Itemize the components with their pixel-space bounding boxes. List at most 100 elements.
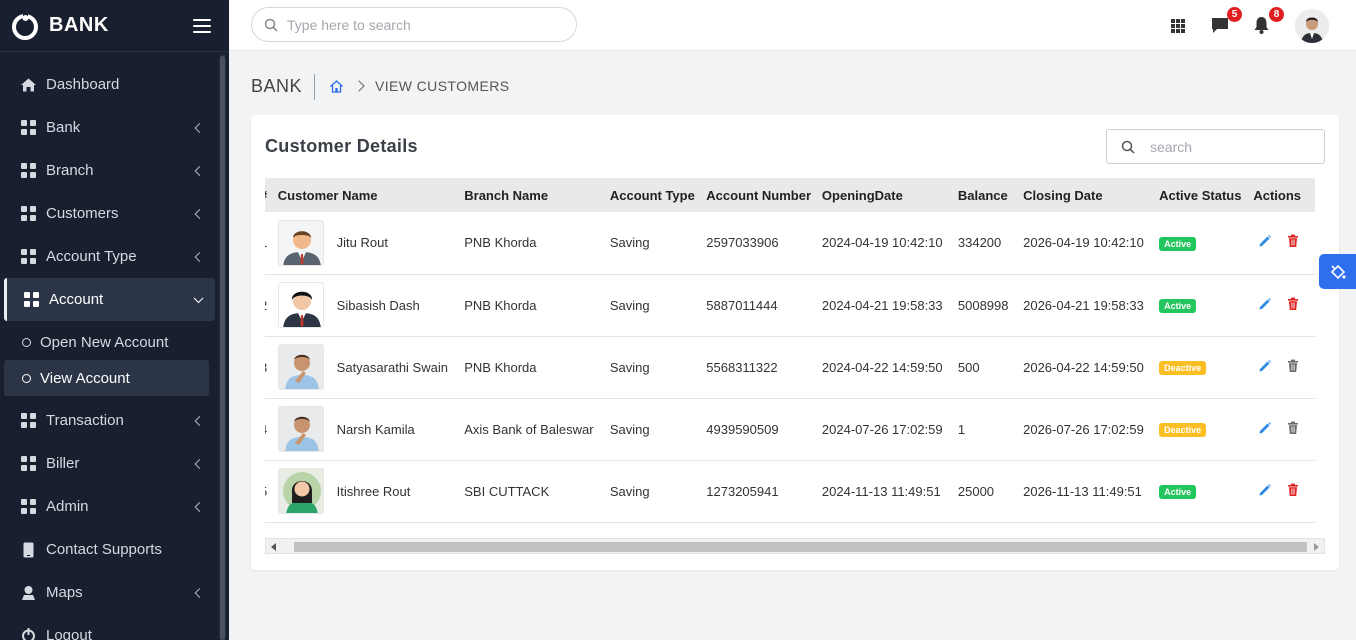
cell-opening-date: 2024-04-21 19:58:33 <box>821 297 943 313</box>
cell-closing-date: 2026-11-13 11:49:51 <box>1023 483 1142 499</box>
submenu-item-label: View Account <box>40 369 130 387</box>
global-search-input[interactable] <box>287 16 567 33</box>
sidebar-item-maps[interactable]: Maps <box>0 571 219 614</box>
sidebar-item-account-type[interactable]: Account Type <box>0 235 219 278</box>
edit-icon[interactable] <box>1258 297 1272 311</box>
brand-header: BANK <box>0 0 229 52</box>
sidebar-item-label: Admin <box>46 498 89 515</box>
cell-closing-date: 2026-04-19 10:42:10 <box>1023 235 1144 251</box>
chevron-left-icon <box>194 501 205 512</box>
sidebar-item-branch[interactable]: Branch <box>0 149 219 192</box>
table-row[interactable]: 5 Itishree Rout SBI CUTTACK Saving 127320594… <box>265 460 1315 522</box>
customer-details-card: Customer Details # Customer Name Branch … <box>251 115 1339 570</box>
topbar: 5 8 <box>229 0 1356 51</box>
cell-opening-date: 2024-04-19 10:42:10 <box>821 235 943 251</box>
column-header-closing-date[interactable]: Closing Date <box>1018 178 1154 212</box>
cell-branch-name: PNB Khorda <box>464 297 537 313</box>
cell-account-type: Saving <box>609 421 650 437</box>
delete-icon[interactable] <box>1286 297 1300 311</box>
column-header-actions[interactable]: Actions <box>1248 178 1315 212</box>
grid-icon <box>21 499 36 514</box>
customer-photo <box>277 468 324 514</box>
column-header-customer-name[interactable]: Customer Name <box>273 178 459 212</box>
delete-icon[interactable] <box>1286 483 1300 497</box>
sidebar-item-account[interactable]: Account <box>4 278 215 321</box>
cell-account-type: Saving <box>609 359 650 375</box>
cell-balance: 334200 <box>957 235 1002 251</box>
breadcrumb-divider <box>314 74 315 100</box>
column-header-opening-date[interactable]: OpeningDate <box>817 178 953 212</box>
edit-icon[interactable] <box>1258 234 1272 248</box>
menu-toggle-icon[interactable] <box>193 18 211 33</box>
messages-button[interactable]: 5 <box>1211 6 1242 36</box>
page-title: BANK <box>251 76 303 96</box>
apps-grid-icon[interactable] <box>1171 18 1185 33</box>
notifications-button[interactable]: 8 <box>1253 6 1284 36</box>
grid-icon <box>21 163 36 178</box>
sidebar-item-customers[interactable]: Customers <box>0 192 219 235</box>
cell-opening-date: 2024-11-13 11:49:51 <box>821 483 941 499</box>
scrollbar-thumb[interactable] <box>294 542 1307 552</box>
edit-icon[interactable] <box>1258 483 1272 497</box>
sidebar-item-label: Maps <box>46 584 83 601</box>
cell-customer-name: Sibasish Dash <box>336 297 420 313</box>
column-header-balance[interactable]: Balance <box>953 178 1018 212</box>
table-row[interactable]: 1 Jitu Rout PNB Khorda Saving 2597033906 2024… <box>265 212 1315 274</box>
topbar-actions: 5 8 <box>1171 0 1356 51</box>
sidebar-item-label: Customers <box>46 205 119 222</box>
status-badge: Active <box>1159 299 1197 313</box>
paint-bucket-icon <box>1330 264 1346 279</box>
submenu-item-open-new-account[interactable]: Open New Account <box>0 324 219 360</box>
table-search-input[interactable] <box>1150 138 1310 155</box>
chevron-left-icon <box>194 251 205 262</box>
column-header-account-number[interactable]: Account Number <box>701 178 817 212</box>
column-header-account-type[interactable]: Account Type <box>605 178 701 212</box>
delete-icon[interactable] <box>1286 359 1300 373</box>
sidebar-item-admin[interactable]: Admin <box>0 485 219 528</box>
table-row[interactable]: 2 Sibasish Dash PNB Khorda Saving 5887011444… <box>265 274 1315 336</box>
table-horizontal-scrollbar[interactable] <box>265 538 1325 554</box>
scroll-right-icon[interactable] <box>1314 543 1319 551</box>
edit-icon[interactable] <box>1258 359 1272 373</box>
cell-branch-name: PNB Khorda <box>464 359 537 375</box>
customer-photo <box>277 344 324 390</box>
floating-action-button[interactable] <box>1319 254 1356 289</box>
grid-icon <box>21 120 36 135</box>
cell-customer-name: Narsh Kamila <box>336 421 415 437</box>
sidebar-item-transaction[interactable]: Transaction <box>0 399 219 442</box>
grid-icon <box>24 292 39 307</box>
submenu-item-view-account[interactable]: View Account <box>4 360 209 396</box>
sidebar-item-biller[interactable]: Biller <box>0 442 219 485</box>
column-header-branch-name[interactable]: Branch Name <box>459 178 605 212</box>
cell-number: 2 <box>265 274 273 336</box>
sidebar-item-label: Account <box>49 291 104 308</box>
sidebar-item-label: Logout <box>46 627 92 640</box>
cell-balance: 500 <box>957 359 980 375</box>
user-avatar[interactable] <box>1295 8 1329 43</box>
home-icon[interactable] <box>330 79 343 93</box>
delete-icon[interactable] <box>1286 234 1300 248</box>
table-row[interactable]: 4 Narsh Kamila Axis Bank of Baleswar Saving… <box>265 398 1315 460</box>
chevron-left-icon <box>194 458 205 469</box>
cell-branch-name: SBI CUTTACK <box>464 483 550 499</box>
table-row[interactable]: 3 Satyasarathi Swain PNB Khorda Saving 55683… <box>265 336 1315 398</box>
phone-icon <box>21 542 36 557</box>
search-icon <box>264 18 278 32</box>
table-search[interactable] <box>1106 129 1325 164</box>
delete-icon[interactable] <box>1286 421 1300 435</box>
sidebar-item-label: Account Type <box>46 248 137 265</box>
sidebar-item-contact-supports[interactable]: Contact Supports <box>0 528 219 571</box>
sidebar-item-logout[interactable]: Logout <box>0 614 219 640</box>
column-header-number[interactable]: # <box>265 178 273 212</box>
edit-icon[interactable] <box>1258 421 1272 435</box>
sidebar-scrollbar-thumb[interactable] <box>220 56 225 640</box>
global-search[interactable] <box>251 7 577 42</box>
scroll-left-icon[interactable] <box>271 543 276 551</box>
chevron-left-icon <box>194 122 205 133</box>
bank-logo-icon[interactable] <box>10 11 40 41</box>
column-header-active-status[interactable]: Active Status <box>1154 178 1248 212</box>
search-icon <box>1121 140 1135 154</box>
customers-table-wrapper[interactable]: # Customer Name Branch Name Account Type… <box>265 178 1325 523</box>
sidebar-item-bank[interactable]: Bank <box>0 106 219 149</box>
sidebar-item-dashboard[interactable]: Dashboard <box>0 63 219 106</box>
